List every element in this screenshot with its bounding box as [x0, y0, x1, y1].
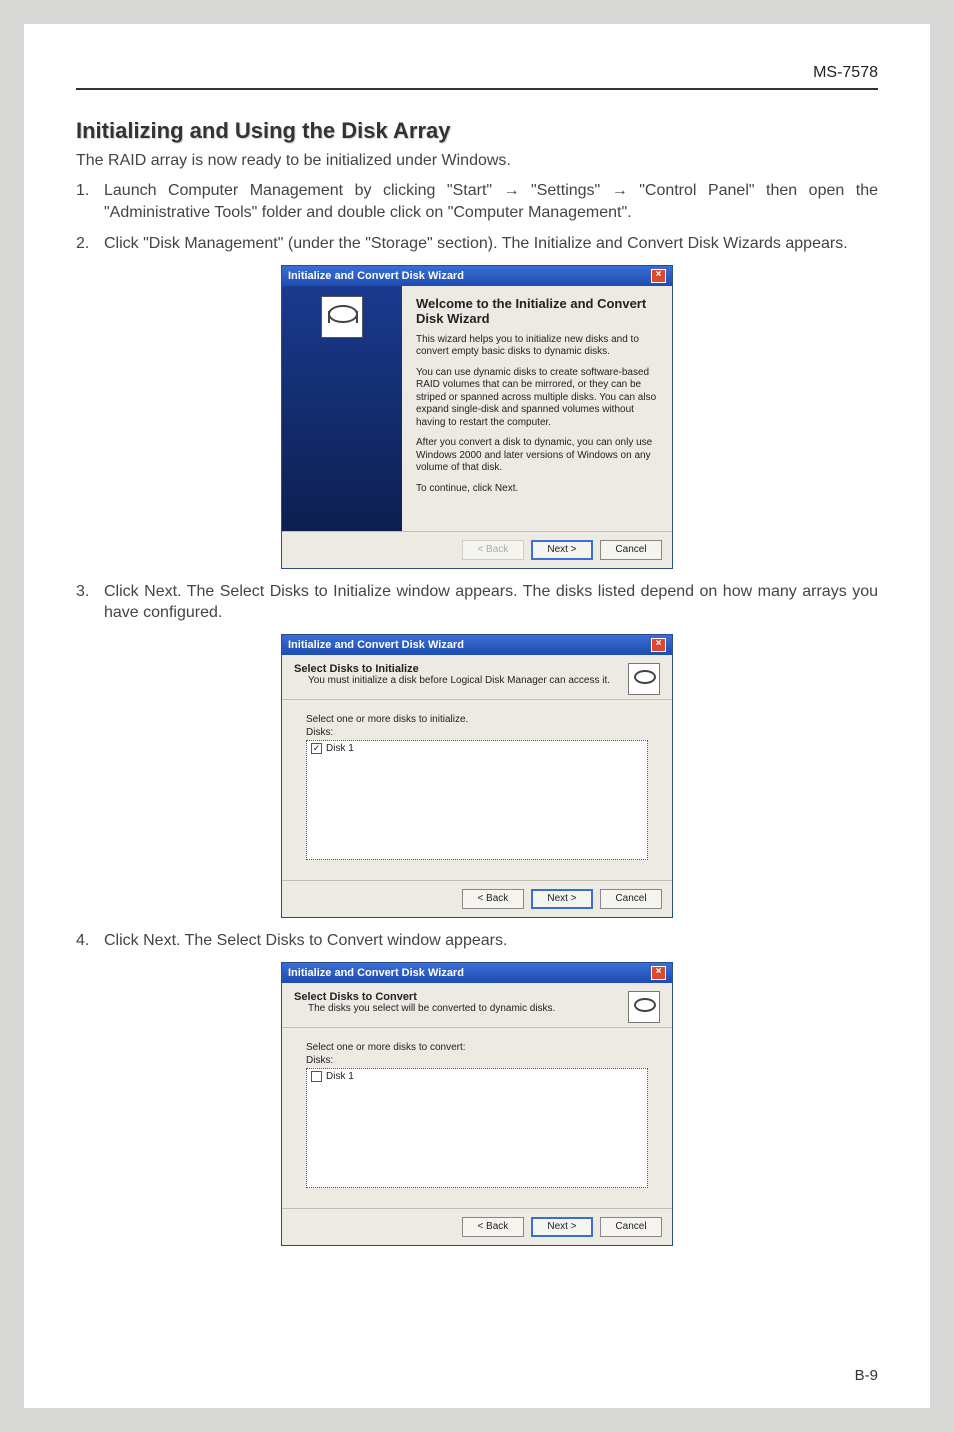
disk-icon [321, 296, 363, 338]
disks-label: Disks: [306, 1055, 648, 1066]
wizard-welcome-dialog: Initialize and Convert Disk Wizard × Wel… [281, 265, 673, 569]
step-text: Launch Computer Management by clicking "… [104, 180, 878, 223]
step-4: 4. Click Next. The Select Disks to Conve… [76, 930, 878, 952]
doc-code: MS-7578 [76, 64, 878, 90]
cancel-button[interactable]: Cancel [600, 889, 662, 909]
disk-list[interactable]: ✓ Disk 1 [306, 740, 648, 860]
disk-icon [628, 663, 660, 695]
step-title: Select Disks to Initialize [294, 663, 628, 675]
welcome-p3: After you convert a disk to dynamic, you… [416, 437, 658, 475]
step-number: 4. [76, 930, 104, 952]
wizard-sidebar-graphic [282, 286, 402, 531]
dialog-title: Initialize and Convert Disk Wizard [288, 967, 464, 979]
step-3: 3. Click Next. The Select Disks to Initi… [76, 581, 878, 624]
close-icon[interactable]: × [651, 966, 666, 980]
prompt-label: Select one or more disks to initialize. [306, 714, 648, 725]
dialog-title: Initialize and Convert Disk Wizard [288, 639, 464, 651]
step-number: 3. [76, 581, 104, 624]
section-title: Initializing and Using the Disk Array [76, 118, 878, 144]
disk-icon [628, 991, 660, 1023]
welcome-p1: This wizard helps you to initialize new … [416, 334, 658, 359]
welcome-heading: Welcome to the Initialize and Convert Di… [416, 296, 658, 326]
disk-item-label: Disk 1 [326, 1071, 354, 1082]
step-subtitle: The disks you select will be converted t… [294, 1003, 628, 1014]
next-button[interactable]: Next > [531, 889, 593, 909]
back-button[interactable]: < Back [462, 1217, 524, 1237]
close-icon[interactable]: × [651, 638, 666, 652]
close-icon[interactable]: × [651, 269, 666, 283]
welcome-p4: To continue, click Next. [416, 483, 658, 496]
titlebar: Initialize and Convert Disk Wizard × [282, 266, 672, 286]
list-item[interactable]: ✓ Disk 1 [311, 743, 643, 754]
checkbox-icon[interactable] [311, 1071, 322, 1082]
intro-text: The RAID array is now ready to be initia… [76, 152, 878, 170]
prompt-label: Select one or more disks to convert: [306, 1042, 648, 1053]
wizard-initialize-dialog: Initialize and Convert Disk Wizard × Sel… [281, 634, 673, 918]
list-item[interactable]: Disk 1 [311, 1071, 643, 1082]
step-number: 2. [76, 233, 104, 255]
titlebar: Initialize and Convert Disk Wizard × [282, 963, 672, 983]
titlebar: Initialize and Convert Disk Wizard × [282, 635, 672, 655]
step-1: 1. Launch Computer Management by clickin… [76, 180, 878, 223]
checkbox-icon[interactable]: ✓ [311, 743, 322, 754]
cancel-button[interactable]: Cancel [600, 540, 662, 560]
back-button[interactable]: < Back [462, 889, 524, 909]
wizard-convert-dialog: Initialize and Convert Disk Wizard × Sel… [281, 962, 673, 1246]
step-number: 1. [76, 180, 104, 223]
step-title: Select Disks to Convert [294, 991, 628, 1003]
page-number: B-9 [855, 1367, 878, 1384]
step-2: 2. Click "Disk Management" (under the "S… [76, 233, 878, 255]
step-text: Click "Disk Management" (under the "Stor… [104, 233, 878, 255]
disk-list[interactable]: Disk 1 [306, 1068, 648, 1188]
back-button: < Back [462, 540, 524, 560]
next-button[interactable]: Next > [531, 540, 593, 560]
cancel-button[interactable]: Cancel [600, 1217, 662, 1237]
welcome-p2: You can use dynamic disks to create soft… [416, 367, 658, 430]
disk-item-label: Disk 1 [326, 743, 354, 754]
disks-label: Disks: [306, 727, 648, 738]
step-subtitle: You must initialize a disk before Logica… [294, 675, 628, 686]
step-text: Click Next. The Select Disks to Convert … [104, 930, 878, 952]
next-button[interactable]: Next > [531, 1217, 593, 1237]
dialog-title: Initialize and Convert Disk Wizard [288, 270, 464, 282]
step-text: Click Next. The Select Disks to Initiali… [104, 581, 878, 624]
